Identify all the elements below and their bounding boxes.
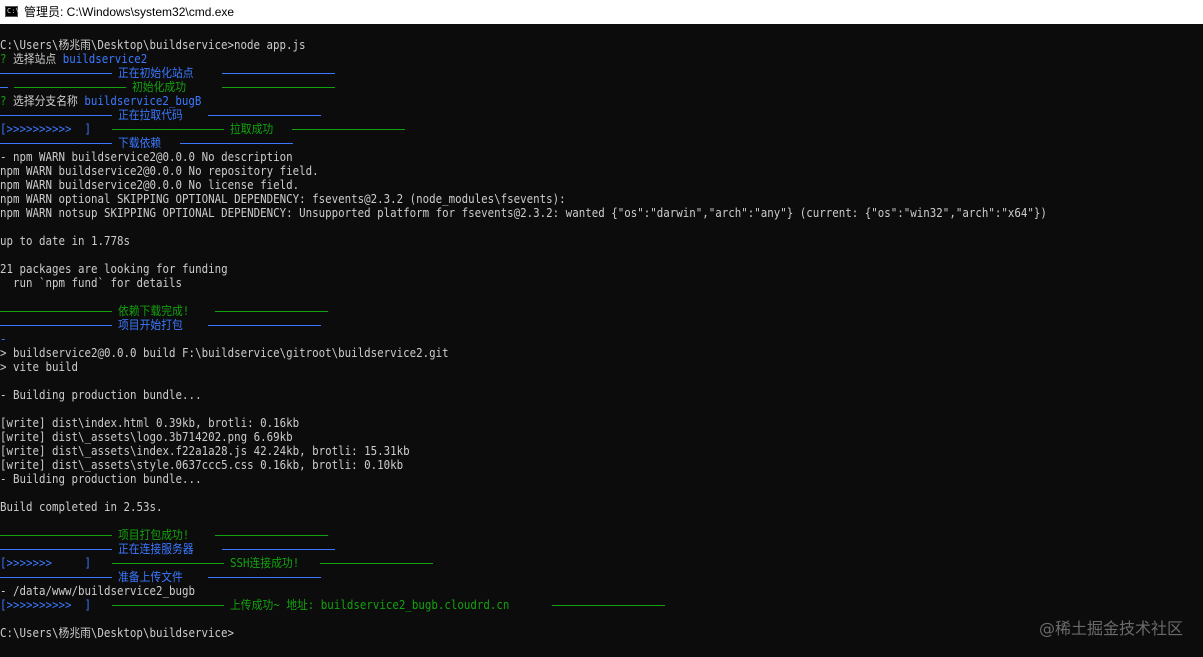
building-line: - Building production bundle... (0, 388, 202, 402)
divider-rule (215, 535, 328, 536)
divider-rule (0, 535, 112, 536)
divider-rule (320, 563, 433, 564)
window-titlebar[interactable]: C:\ 管理员: C:\Windows\system32\cmd.exe (0, 0, 1203, 24)
divider-rule (180, 143, 293, 144)
status-prepare-upload: 准备上传文件 (118, 570, 183, 584)
status-build-success: 项目打包成功! (118, 528, 190, 542)
write-line: [write] dist\index.html 0.39kb, brotli: … (0, 416, 300, 430)
npm-warn-line: npm WARN notsup SKIPPING OPTIONAL DEPEND… (0, 206, 1047, 220)
status-connecting-server: 正在连接服务器 (118, 542, 194, 556)
status-upload-success: 上传成功~ 地址: buildservice2_bugb.cloudrd.cn (230, 598, 510, 612)
ssh-progress-bar: [>>>>>>> ] (0, 556, 92, 570)
divider-rule (0, 325, 112, 326)
write-line: [write] dist\_assets\logo.3b714202.png 6… (0, 430, 293, 444)
divider-rule (208, 115, 321, 116)
status-init-success: 初始化成功 (132, 80, 187, 94)
divider-rule (222, 549, 335, 550)
divider-rule (208, 325, 321, 326)
divider-rule (112, 563, 224, 564)
window-title: 管理员: C:\Windows\system32\cmd.exe (24, 5, 235, 19)
status-build-start: 项目开始打包 (118, 318, 183, 332)
write-line: [write] dist\_assets\index.f22a1a28.js 4… (0, 444, 410, 458)
divider-rule (112, 605, 224, 606)
divider-rule (222, 73, 335, 74)
npm-warn-line: npm WARN optional SKIPPING OPTIONAL DEPE… (0, 192, 566, 206)
funding-line: 21 packages are looking for funding (0, 262, 228, 276)
status-download-deps: 下载依赖 (118, 136, 162, 150)
status-pulling-code: 正在拉取代码 (118, 108, 183, 122)
divider-rule (208, 577, 321, 578)
funding-line: run `npm fund` for details (0, 276, 183, 290)
npm-warn-line: npm WARN buildservice2@0.0.0 No reposito… (0, 164, 319, 178)
upload-progress-bar: [>>>>>>>>>> ] (0, 598, 92, 612)
select-site-line: ? 选择站点 buildservice2 (0, 52, 147, 66)
divider-rule (0, 311, 112, 312)
status-ssh-success: SSH连接成功! (230, 556, 300, 570)
divider-rule (0, 549, 112, 550)
pull-progress-bar: [>>>>>>>>>> ] (0, 122, 92, 136)
console-icon: C:\ (5, 6, 20, 17)
divider-rule (292, 129, 405, 130)
divider-rule (222, 87, 335, 88)
divider-rule (0, 115, 112, 116)
build-completed-line: Build completed in 2.53s. (0, 500, 163, 514)
status-init-site: 正在初始化站点 (118, 66, 194, 80)
final-prompt-line[interactable]: C:\Users\杨兆雨\Desktop\buildservice> (0, 626, 234, 640)
select-site-label: 选择站点 (6, 52, 63, 66)
select-site-value: buildservice2 (62, 52, 148, 66)
divider-rule (215, 311, 328, 312)
divider-rule (0, 73, 112, 74)
divider-rule (14, 87, 126, 88)
write-line: [write] dist\_assets\style.0637ccc5.css … (0, 458, 404, 472)
status-pull-success: 拉取成功 (230, 122, 274, 136)
npm-warn-line: npm WARN buildservice2@0.0.0 No license … (0, 178, 300, 192)
console-output[interactable]: C:\Users\杨兆雨\Desktop\buildservice>node a… (0, 24, 1203, 657)
status-deps-done: 依赖下载完成! (118, 304, 190, 318)
select-branch-label: 选择分支名称 (6, 94, 85, 108)
divider-rule (0, 577, 112, 578)
spinner-dash: - (0, 332, 7, 346)
build-command-line: > buildservice2@0.0.0 build F:\buildserv… (0, 346, 449, 360)
upload-path-line: - /data/www/buildservice2_bugb (0, 584, 196, 598)
up-to-date-line: up to date in 1.778s (0, 234, 131, 248)
select-branch-value: buildservice2_bugB (84, 94, 202, 108)
divider-rule (552, 605, 665, 606)
command-line: C:\Users\杨兆雨\Desktop\buildservice>node a… (0, 38, 306, 52)
select-branch-line: ? 选择分支名称 buildservice2_bugB (0, 94, 201, 108)
npm-warn-line: - npm WARN buildservice2@0.0.0 No descri… (0, 150, 293, 164)
divider-rule (0, 143, 112, 144)
divider-rule (112, 129, 224, 130)
divider-rule (0, 87, 8, 88)
watermark: @稀土掘金技术社区 (1038, 619, 1183, 638)
building-line: - Building production bundle... (0, 472, 202, 486)
vite-command-line: > vite build (0, 360, 79, 374)
